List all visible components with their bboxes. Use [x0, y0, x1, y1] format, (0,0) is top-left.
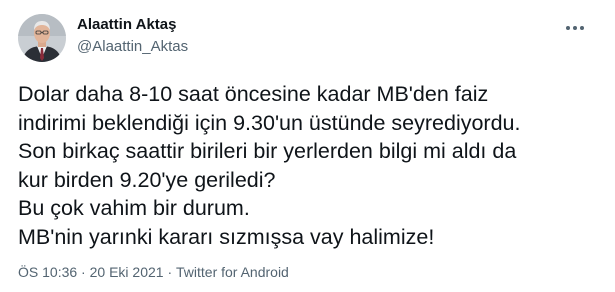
- tweet-card: Alaattin Aktaş @Alaattin_Aktas Dolar dah…: [0, 0, 615, 292]
- profile-photo-icon: [18, 14, 66, 62]
- tweet-text-line: indirimi beklendiği için 9.30'un üstünde…: [18, 110, 521, 135]
- tweet-source[interactable]: Twitter for Android: [176, 264, 289, 280]
- author-name[interactable]: Alaattin Aktaş: [77, 15, 176, 35]
- tweet-text-line: MB'nin yarınki kararı sızmışsa vay halim…: [18, 224, 435, 249]
- tweet-time[interactable]: ÖS 10:36: [18, 264, 77, 280]
- author-handle[interactable]: @Alaattin_Aktas: [77, 37, 188, 57]
- author-avatar[interactable]: [18, 14, 66, 62]
- meta-separator: ·: [167, 264, 173, 280]
- tweet-text-line: kur birden 9.20'ye geriledi?: [18, 167, 276, 192]
- tweet-date[interactable]: 20 Eki 2021: [90, 264, 164, 280]
- tweet-text-line: Dolar daha 8-10 saat öncesine kadar MB'd…: [18, 82, 489, 106]
- tweet-text-line: Bu çok vahim bir durum.: [18, 196, 250, 220]
- tweet-meta: ÖS 10:36 · 20 Eki 2021 · Twitter for And…: [18, 262, 289, 282]
- more-options-icon: [566, 26, 584, 30]
- more-options-button[interactable]: [562, 15, 588, 41]
- meta-separator: ·: [81, 264, 86, 280]
- tweet-text: Dolar daha 8-10 saat öncesine kadar MB'd…: [18, 80, 603, 251]
- tweet-text-line: Son birkaç saattir birileri bir yerlerde…: [18, 139, 517, 163]
